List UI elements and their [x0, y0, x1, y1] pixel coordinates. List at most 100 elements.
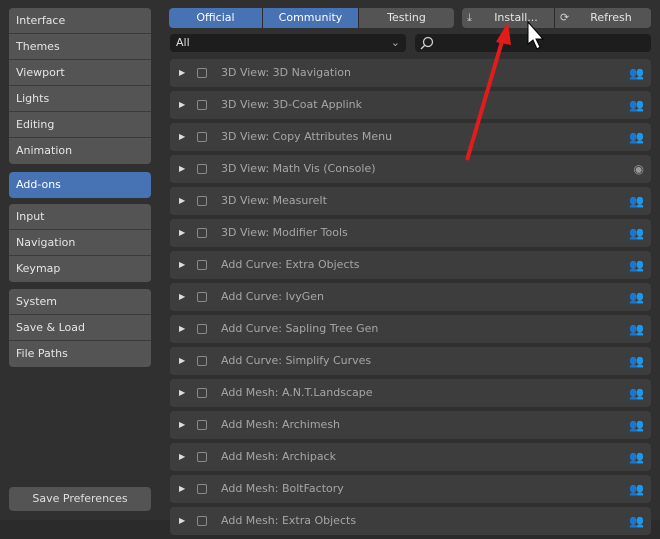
- addon-row[interactable]: ▶ Add Curve: IvyGen 👥: [170, 283, 651, 311]
- expand-triangle-icon[interactable]: ▶: [179, 59, 185, 87]
- addons-panel: Official Community Testing ⤓ Install... …: [160, 0, 660, 535]
- community-icon: 👥: [629, 258, 644, 272]
- addon-row[interactable]: ▶ 3D View: Math Vis (Console) ◉: [170, 155, 651, 183]
- enable-checkbox[interactable]: [197, 228, 207, 238]
- sidebar-item-system[interactable]: System: [9, 289, 151, 315]
- enable-checkbox[interactable]: [197, 388, 207, 398]
- addon-name: Add Mesh: Extra Objects: [221, 514, 357, 527]
- enable-checkbox[interactable]: [197, 292, 207, 302]
- expand-triangle-icon[interactable]: ▶: [179, 379, 185, 407]
- sidebar-item-themes[interactable]: Themes: [9, 34, 151, 60]
- chevron-down-icon: ⌄: [390, 36, 400, 49]
- addon-name: 3D View: Modifier Tools: [221, 226, 348, 239]
- sidebar-group-2: Add-ons: [9, 172, 151, 198]
- addon-row[interactable]: ▶ Add Curve: Simplify Curves 👥: [170, 347, 651, 375]
- search-input[interactable]: [415, 34, 651, 52]
- addon-row[interactable]: ▶ 3D View: 3D Navigation 👥: [170, 59, 651, 87]
- sidebar-item-save-load[interactable]: Save & Load: [9, 315, 151, 341]
- enable-checkbox[interactable]: [197, 196, 207, 206]
- enable-checkbox[interactable]: [197, 484, 207, 494]
- enable-checkbox[interactable]: [197, 324, 207, 334]
- enable-checkbox[interactable]: [197, 452, 207, 462]
- expand-triangle-icon[interactable]: ▶: [179, 155, 185, 183]
- community-icon: 👥: [629, 130, 644, 144]
- addon-name: Add Mesh: Archimesh: [221, 418, 341, 431]
- addon-row[interactable]: ▶ Add Curve: Extra Objects 👥: [170, 251, 651, 279]
- addon-row[interactable]: ▶ 3D View: MeasureIt 👥: [170, 187, 651, 215]
- save-preferences-button[interactable]: Save Preferences: [9, 487, 151, 511]
- sidebar-item-navigation[interactable]: Navigation: [9, 230, 151, 256]
- sidebar-item-lights[interactable]: Lights: [9, 86, 151, 112]
- addon-row[interactable]: ▶ Add Mesh: Archipack 👥: [170, 443, 651, 471]
- addon-row[interactable]: ▶ Add Mesh: Archimesh 👥: [170, 411, 651, 439]
- expand-triangle-icon[interactable]: ▶: [179, 91, 185, 119]
- expand-triangle-icon[interactable]: ▶: [179, 219, 185, 247]
- expand-triangle-icon[interactable]: ▶: [179, 315, 185, 343]
- download-icon: ⤓: [467, 11, 472, 24]
- enable-checkbox[interactable]: [197, 356, 207, 366]
- install-button[interactable]: ⤓ Install...: [462, 8, 555, 28]
- sidebar-group-3: Input Navigation Keymap: [9, 204, 151, 282]
- addon-name: 3D View: Copy Attributes Menu: [221, 130, 393, 143]
- addon-row[interactable]: ▶ Add Mesh: A.N.T.Landscape 👥: [170, 379, 651, 407]
- expand-triangle-icon[interactable]: ▶: [179, 123, 185, 151]
- addon-name: Add Curve: Extra Objects: [221, 258, 360, 271]
- expand-triangle-icon[interactable]: ▶: [179, 443, 185, 471]
- community-icon: 👥: [629, 450, 644, 464]
- enable-checkbox[interactable]: [197, 164, 207, 174]
- tab-community[interactable]: Community: [263, 8, 359, 28]
- community-icon: 👥: [629, 194, 644, 208]
- community-icon: 👥: [629, 226, 644, 240]
- sidebar-item-file-paths[interactable]: File Paths: [9, 341, 151, 367]
- support-level-tabs: Official Community Testing: [169, 8, 454, 28]
- category-dropdown[interactable]: All ⌄: [170, 34, 406, 52]
- refresh-label: Refresh: [590, 11, 632, 24]
- enable-checkbox[interactable]: [197, 516, 207, 526]
- search-icon: [420, 36, 434, 50]
- sidebar-item-viewport[interactable]: Viewport: [9, 60, 151, 86]
- sidebar-item-addons[interactable]: Add-ons: [9, 172, 151, 198]
- addon-row[interactable]: ▶ 3D View: 3D-Coat Applink 👥: [170, 91, 651, 119]
- sidebar-item-keymap[interactable]: Keymap: [9, 256, 151, 282]
- expand-triangle-icon[interactable]: ▶: [179, 475, 185, 503]
- enable-checkbox[interactable]: [197, 68, 207, 78]
- blender-icon: ◉: [633, 162, 644, 176]
- expand-triangle-icon[interactable]: ▶: [179, 283, 185, 311]
- addon-row[interactable]: ▶ Add Curve: Sapling Tree Gen 👥: [170, 315, 651, 343]
- addon-row[interactable]: ▶ 3D View: Copy Attributes Menu 👥: [170, 123, 651, 151]
- tab-testing[interactable]: Testing: [359, 8, 454, 28]
- community-icon: 👥: [629, 354, 644, 368]
- expand-triangle-icon[interactable]: ▶: [179, 187, 185, 215]
- tab-official[interactable]: Official: [169, 8, 263, 28]
- enable-checkbox[interactable]: [197, 100, 207, 110]
- addon-row[interactable]: ▶ Add Mesh: BoltFactory 👥: [170, 475, 651, 503]
- enable-checkbox[interactable]: [197, 132, 207, 142]
- addon-name: Add Curve: Simplify Curves: [221, 354, 372, 367]
- addon-name: Add Curve: IvyGen: [221, 290, 324, 303]
- addon-row[interactable]: ▶ Add Mesh: Extra Objects 👥: [170, 507, 651, 535]
- addon-name: Add Mesh: Archipack: [221, 450, 336, 463]
- install-label: Install...: [494, 11, 538, 24]
- expand-triangle-icon[interactable]: ▶: [179, 507, 185, 535]
- addon-name: 3D View: MeasureIt: [221, 194, 327, 207]
- community-icon: 👥: [629, 66, 644, 80]
- sidebar-item-editing[interactable]: Editing: [9, 112, 151, 138]
- addon-row[interactable]: ▶ 3D View: Modifier Tools 👥: [170, 219, 651, 247]
- addon-name: 3D View: 3D-Coat Applink: [221, 98, 363, 111]
- sidebar-item-animation[interactable]: Animation: [9, 138, 151, 164]
- addon-name: Add Curve: Sapling Tree Gen: [221, 322, 379, 335]
- install-refresh-group: ⤓ Install... ⟳ Refresh: [462, 8, 651, 28]
- sidebar-group-4: System Save & Load File Paths: [9, 289, 151, 367]
- expand-triangle-icon[interactable]: ▶: [179, 251, 185, 279]
- sidebar-item-input[interactable]: Input: [9, 204, 151, 230]
- refresh-icon: ⟳: [560, 11, 570, 24]
- expand-triangle-icon[interactable]: ▶: [179, 347, 185, 375]
- community-icon: 👥: [629, 322, 644, 336]
- enable-checkbox[interactable]: [197, 420, 207, 430]
- enable-checkbox[interactable]: [197, 260, 207, 270]
- addon-name: Add Mesh: BoltFactory: [221, 482, 344, 495]
- sidebar-item-interface[interactable]: Interface: [9, 8, 151, 34]
- expand-triangle-icon[interactable]: ▶: [179, 411, 185, 439]
- addon-name: 3D View: 3D Navigation: [221, 66, 351, 79]
- refresh-button[interactable]: ⟳ Refresh: [555, 8, 651, 28]
